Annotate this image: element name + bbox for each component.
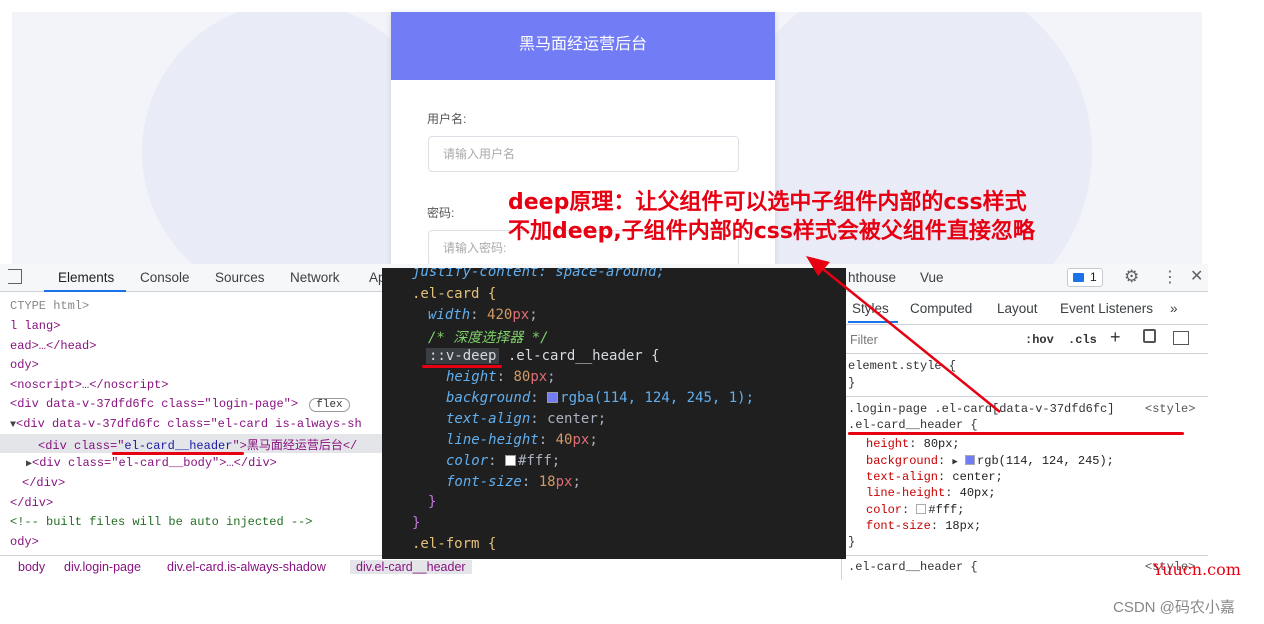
tab-sources[interactable]: Sources (215, 270, 265, 285)
style-prop-background[interactable]: background: ▶ rgb(114, 124, 245); (866, 454, 1114, 468)
active-tab-indicator (44, 290, 126, 292)
color-swatch[interactable] (965, 455, 976, 465)
code-text-align: text-align: center; (446, 411, 607, 427)
csdn-watermark: CSDN @码农小嘉 (1113, 599, 1235, 616)
dom-login-page[interactable]: <div data-v-37dfd6fc class="login-page">… (10, 397, 350, 412)
tab-lighthouse[interactable]: hthouse (848, 270, 896, 285)
breadcrumb-el-card[interactable]: div.el-card.is-always-shadow (167, 560, 326, 574)
annotation-text: deep原理：让父组件可以选中子组件内部的css样式 不加deep,子组件内部的… (508, 188, 1035, 246)
code-form-selector: .el-form { (412, 536, 497, 552)
code-line-justify: justify-content: space-around; (412, 268, 665, 280)
dom-el-card-body[interactable]: ▶<div class="el-card__body">…</div> (26, 456, 277, 470)
site-watermark: Yuucn.com (1153, 560, 1241, 579)
tab-event-listeners[interactable]: Event Listeners (1060, 301, 1153, 316)
dom-body-close: ody> (10, 535, 39, 549)
breadcrumb: body div.login-page div.el-card.is-alway… (0, 555, 472, 579)
code-white-swatch (505, 455, 517, 466)
flex-badge[interactable]: flex (309, 398, 350, 412)
code-height: height: 80px; (446, 369, 556, 385)
style-prop-text-align[interactable]: text-align: center; (866, 470, 1003, 484)
rule1-source-link[interactable]: <style> (1145, 402, 1195, 416)
code-editor-overlay: justify-content: space-around; .el-card … (382, 268, 846, 559)
code-deep-selector: ::v-deep .el-card__header { (426, 348, 660, 364)
rule1-selector-tail[interactable]: .el-card__header { (848, 418, 978, 432)
device-toggle-icon[interactable] (8, 269, 22, 284)
dom-html[interactable]: l lang> (10, 319, 60, 333)
password-label: 密码: (427, 206, 455, 220)
breadcrumb-el-card-header[interactable]: div.el-card__header (350, 560, 472, 574)
dom-doctype[interactable]: CTYPE html> (10, 299, 89, 313)
code-width: width: 420px; (428, 307, 538, 323)
more-menu-icon[interactable]: ⋮ (1162, 267, 1178, 287)
header-class-underline (112, 452, 244, 455)
code-color-swatch (547, 392, 559, 403)
styles-rule-underline (848, 432, 1184, 435)
rule2-selector[interactable]: .el-card__header { (848, 560, 978, 574)
class-toggle[interactable]: .cls (1068, 333, 1097, 347)
element-style-rule[interactable]: element.style { (848, 359, 956, 373)
code-comment: /* 深度选择器 */ (428, 330, 549, 346)
tab-styles[interactable]: Styles (852, 301, 889, 316)
tab-network[interactable]: Network (290, 270, 340, 285)
deep-underline (422, 365, 502, 368)
new-rule-icon[interactable]: + (1110, 327, 1121, 348)
styles-filter-input[interactable]: Filter (846, 329, 1012, 351)
dom-head[interactable]: ead>…</head> (10, 339, 96, 353)
close-icon[interactable]: ✕ (1190, 266, 1203, 286)
breadcrumb-login-page[interactable]: div.login-page (64, 560, 141, 574)
issues-badge[interactable]: 1 (1067, 268, 1103, 287)
tab-layout[interactable]: Layout (997, 301, 1038, 316)
annotation-line-2: 不加deep,子组件内部的css样式会被父组件直接忽略 (508, 219, 1035, 244)
dom-el-card-header[interactable]: <div class="el-card__header">黑马面经运营后台</ (38, 436, 357, 453)
dom-comment: <!-- built files will be auto injected -… (10, 515, 313, 529)
rule1-selector[interactable]: .login-page .el-card[data-v-37dfd6fc] (848, 402, 1114, 416)
dom-body[interactable]: ody> (10, 358, 39, 372)
hover-state-toggle[interactable]: :hov (1025, 333, 1054, 347)
dom-close-div-outer: </div> (10, 496, 54, 510)
dom-close-div: </div> (22, 476, 66, 490)
paint-icon[interactable] (1143, 329, 1156, 343)
dom-noscript[interactable]: <noscript>…</noscript> (10, 378, 168, 392)
more-tabs-icon[interactable]: » (1170, 301, 1178, 316)
style-prop-height[interactable]: height: 80px; (866, 437, 960, 451)
annotation-line-1: deep原理：让父组件可以选中子组件内部的css样式 (508, 190, 1027, 215)
code-card-selector: .el-card { (412, 286, 497, 302)
tab-console[interactable]: Console (140, 270, 190, 285)
sidebar-toggle-icon[interactable] (1173, 331, 1189, 345)
tab-computed[interactable]: Computed (910, 301, 972, 316)
card-header: 黑马面经运营后台 (391, 12, 775, 80)
username-label: 用户名: (427, 112, 467, 126)
issues-icon (1073, 273, 1084, 282)
tab-elements[interactable]: Elements (58, 270, 114, 285)
white-swatch[interactable] (916, 504, 927, 514)
code-close-outer: } (412, 515, 421, 531)
username-input[interactable]: 请输入用户名 (428, 136, 739, 172)
style-prop-line-height[interactable]: line-height: 40px; (866, 486, 996, 500)
style-prop-color[interactable]: color: #fff; (866, 503, 964, 517)
dom-el-card[interactable]: ▼<div data-v-37dfd6fc class="el-card is-… (10, 417, 362, 431)
code-color: color: #fff; (446, 453, 561, 469)
code-line-height: line-height: 40px; (446, 432, 598, 448)
code-background: background: rgba(114, 124, 245, 1); (446, 390, 755, 406)
breadcrumb-body[interactable]: body (18, 560, 45, 574)
code-font-size: font-size: 18px; (446, 474, 581, 490)
styles-tab-indicator (848, 321, 898, 323)
style-prop-font-size[interactable]: font-size: 18px; (866, 519, 981, 533)
tab-vue[interactable]: Vue (920, 270, 944, 285)
code-close-inner: } (428, 494, 437, 510)
settings-gear-icon[interactable]: ⚙ (1124, 267, 1139, 287)
